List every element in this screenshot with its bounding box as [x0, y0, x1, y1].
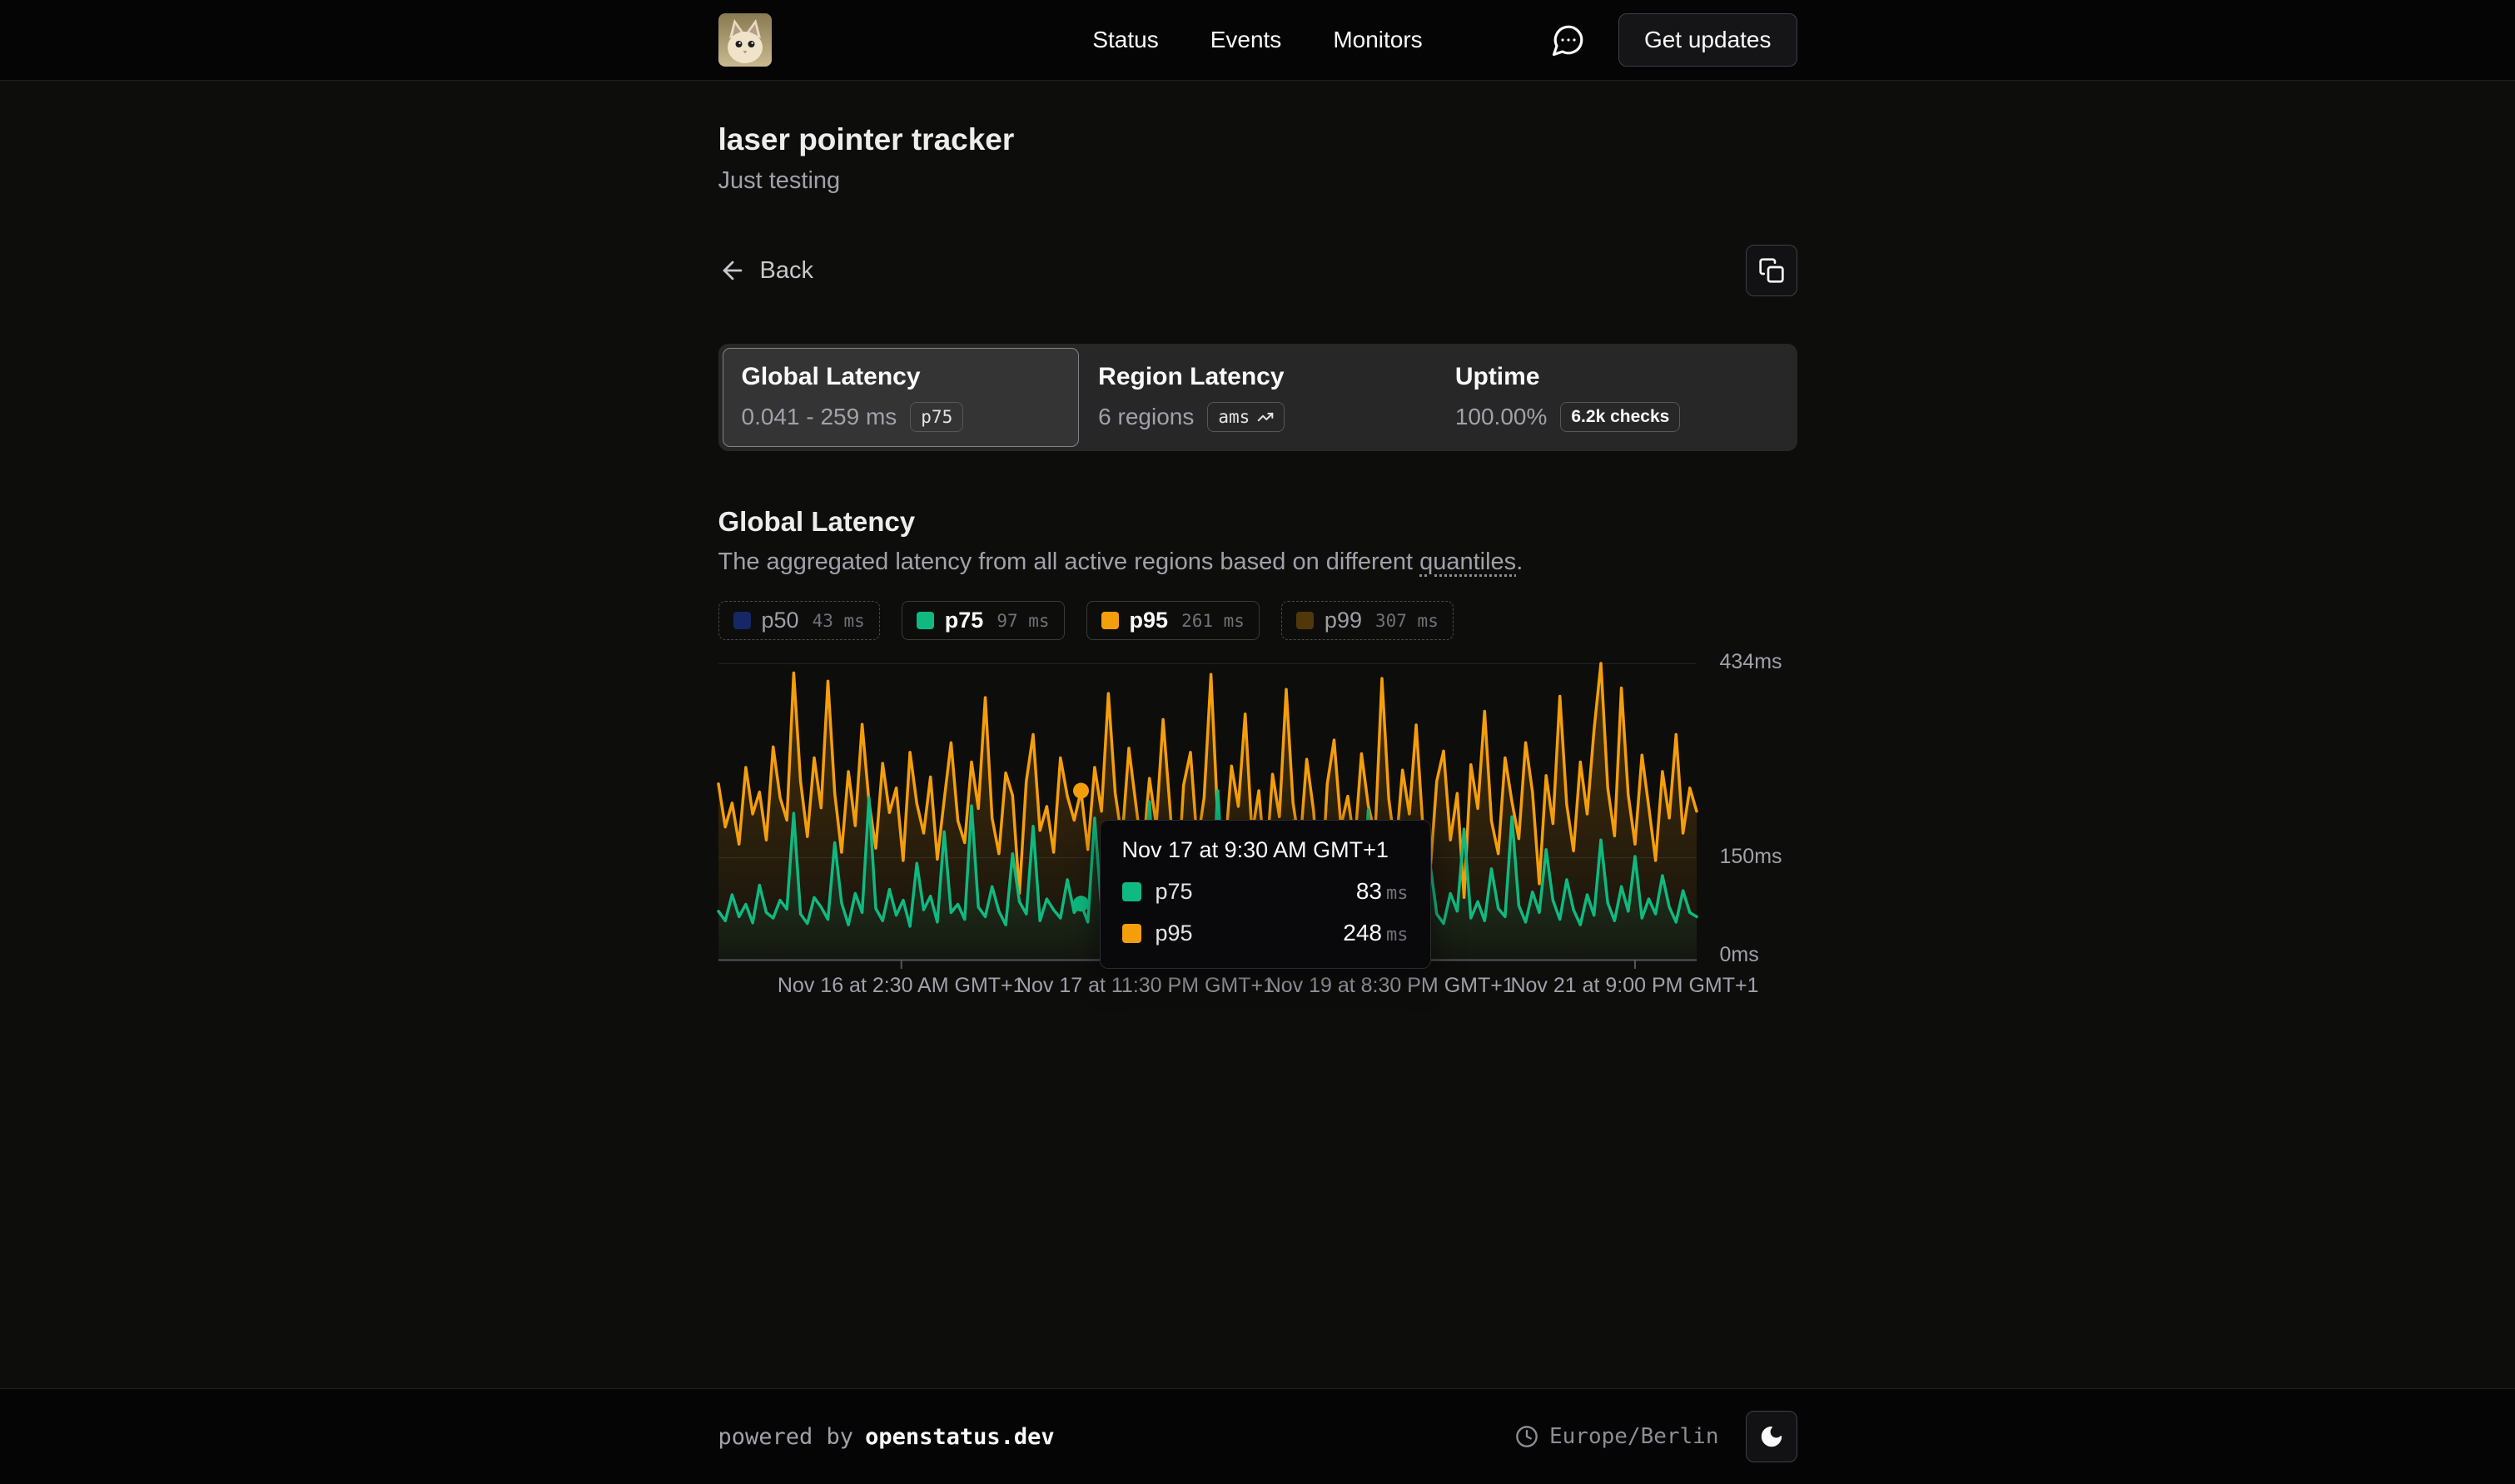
p99-swatch: [1296, 612, 1314, 629]
toolbar-row: Back: [718, 245, 1797, 296]
chart-legend: p50 43 ms p75 97 ms p95 261 ms p99 307 m…: [718, 601, 1797, 640]
y-tick-zero: 0ms: [1720, 943, 1759, 967]
tab-value: 100.00%: [1455, 404, 1548, 430]
openstatus-link[interactable]: openstatus.dev: [865, 1424, 1055, 1450]
moon-icon: [1759, 1424, 1784, 1449]
legend-item-p99[interactable]: p99 307 ms: [1281, 601, 1454, 640]
page-title: laser pointer tracker: [718, 122, 1797, 157]
tooltip-unit: ms: [1386, 883, 1409, 904]
main-content: laser pointer tracker Just testing Back …: [718, 81, 1797, 1007]
quantiles-link[interactable]: quantiles: [1419, 548, 1516, 575]
nav-links: Status Events Monitors: [1092, 27, 1422, 53]
tab-global-latency[interactable]: Global Latency 0.041 - 259 ms p75: [723, 348, 1080, 447]
x-tick-label: Nov 19 at 8:30 PM GMT+1: [1266, 974, 1514, 998]
x-tick-label: Nov 21 at 9:00 PM GMT+1: [1510, 974, 1758, 998]
tooltip-row-p75: p75 83 ms: [1122, 878, 1409, 905]
latency-chart-plot[interactable]: Nov 17 at 9:30 AM GMT+1 p75 83 ms p95 24…: [718, 663, 1697, 960]
section-title: Global Latency: [718, 506, 1797, 538]
p50-swatch: [733, 612, 751, 629]
legend-value: 43 ms: [813, 611, 865, 631]
nav-link-monitors[interactable]: Monitors: [1333, 27, 1422, 53]
checks-badge: 6.2k checks: [1560, 402, 1680, 432]
copy-link-button[interactable]: [1746, 245, 1797, 296]
quantile-badge: p75: [910, 402, 963, 432]
top-nav: Status Events Monitors Get updates: [0, 0, 2515, 81]
x-tick-label: Nov 17 at 11:30 PM GMT+1: [1016, 974, 1275, 998]
x-axis: Nov 16 at 2:30 AM GMT+1 Nov 17 at 11:30 …: [718, 970, 1697, 1007]
clock-icon: [1515, 1425, 1538, 1448]
tab-value: 0.041 - 259 ms: [742, 404, 897, 430]
legend-item-p50[interactable]: p50 43 ms: [718, 601, 880, 640]
cat-image: [718, 13, 772, 67]
trending-up-icon: [1257, 409, 1274, 425]
x-tick-label: Nov 16 at 2:30 AM GMT+1: [778, 974, 1025, 998]
tab-title: Uptime: [1455, 363, 1774, 391]
powered-by: powered by openstatus.dev: [718, 1424, 1055, 1450]
description-period: .: [1516, 548, 1523, 575]
tab-title: Region Latency: [1098, 363, 1417, 391]
copy-icon: [1758, 257, 1785, 284]
arrow-left-icon: [718, 256, 747, 285]
legend-label: p95: [1130, 608, 1169, 633]
tooltip-value: 83: [1356, 878, 1382, 905]
tooltip-series-label: p95: [1156, 921, 1193, 946]
chart-tooltip: Nov 17 at 9:30 AM GMT+1 p75 83 ms p95 24…: [1100, 820, 1431, 969]
section-description: The aggregated latency from all active r…: [718, 548, 1797, 576]
legend-label: p50: [762, 608, 799, 633]
back-label: Back: [760, 257, 813, 285]
theme-toggle-button[interactable]: [1746, 1411, 1797, 1462]
feedback-chat-button[interactable]: [1550, 22, 1587, 58]
p75-swatch: [917, 612, 934, 629]
legend-item-p75[interactable]: p75 97 ms: [902, 601, 1065, 640]
region-badge-label: ams: [1218, 407, 1250, 427]
tab-uptime[interactable]: Uptime 100.00% 6.2k checks: [1436, 348, 1793, 447]
y-tick-max: 434ms: [1720, 650, 1782, 674]
p75-swatch: [1122, 882, 1141, 901]
latency-chart: Nov 17 at 9:30 AM GMT+1 p75 83 ms p95 24…: [718, 663, 1797, 960]
tooltip-series-label: p75: [1156, 879, 1193, 905]
tooltip-value: 248: [1343, 920, 1382, 946]
timezone-label: Europe/Berlin: [1549, 1424, 1719, 1449]
region-badge: ams: [1207, 402, 1285, 432]
tooltip-row-p95: p95 248 ms: [1122, 920, 1409, 946]
tooltip-unit: ms: [1386, 925, 1409, 945]
footer: powered by openstatus.dev Europe/Berlin: [0, 1388, 2515, 1484]
description-text: The aggregated latency from all active r…: [718, 548, 1420, 575]
nav-link-events[interactable]: Events: [1210, 27, 1282, 53]
p95-swatch: [1101, 612, 1119, 629]
legend-value: 307 ms: [1375, 611, 1439, 631]
tooltip-timestamp: Nov 17 at 9:30 AM GMT+1: [1122, 837, 1409, 863]
nav-link-status[interactable]: Status: [1092, 27, 1158, 53]
metric-tabs: Global Latency 0.041 - 259 ms p75 Region…: [718, 344, 1797, 451]
legend-value: 261 ms: [1181, 611, 1245, 631]
legend-item-p95[interactable]: p95 261 ms: [1086, 601, 1260, 640]
powered-prefix: powered by: [718, 1424, 854, 1450]
timezone: Europe/Berlin: [1515, 1424, 1719, 1449]
legend-label: p75: [945, 608, 984, 633]
tab-region-latency[interactable]: Region Latency 6 regions ams: [1079, 348, 1436, 447]
legend-value: 97 ms: [997, 611, 1049, 631]
page-subtitle: Just testing: [718, 167, 1797, 195]
legend-label: p99: [1325, 608, 1362, 633]
back-link[interactable]: Back: [718, 256, 813, 285]
p95-swatch: [1122, 924, 1141, 943]
message-bubble-icon: [1551, 22, 1586, 57]
tab-value: 6 regions: [1098, 404, 1194, 430]
tab-title: Global Latency: [742, 363, 1061, 391]
y-axis: 434ms 150ms 0ms: [1697, 663, 1797, 960]
logo-cat-image[interactable]: [718, 13, 772, 67]
y-tick-mid: 150ms: [1720, 845, 1782, 869]
get-updates-button[interactable]: Get updates: [1618, 13, 1797, 67]
